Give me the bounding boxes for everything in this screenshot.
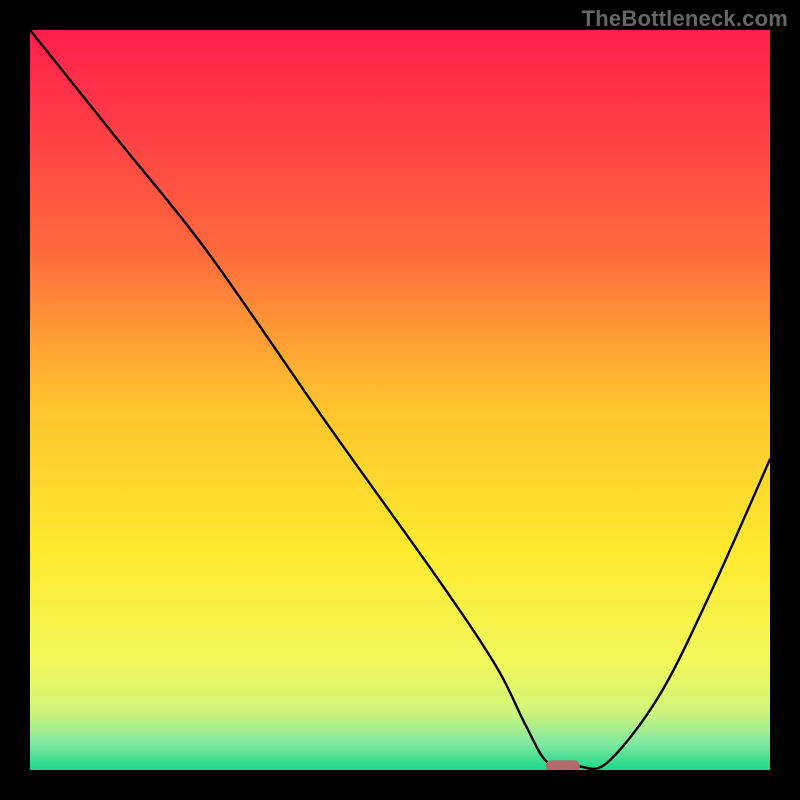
- chart-frame: TheBottleneck.com: [0, 0, 800, 800]
- watermark-label: TheBottleneck.com: [582, 6, 788, 32]
- gradient-background: [30, 30, 770, 770]
- optimum-marker: [546, 760, 580, 770]
- plot-area: [30, 30, 770, 770]
- chart-svg: [30, 30, 770, 770]
